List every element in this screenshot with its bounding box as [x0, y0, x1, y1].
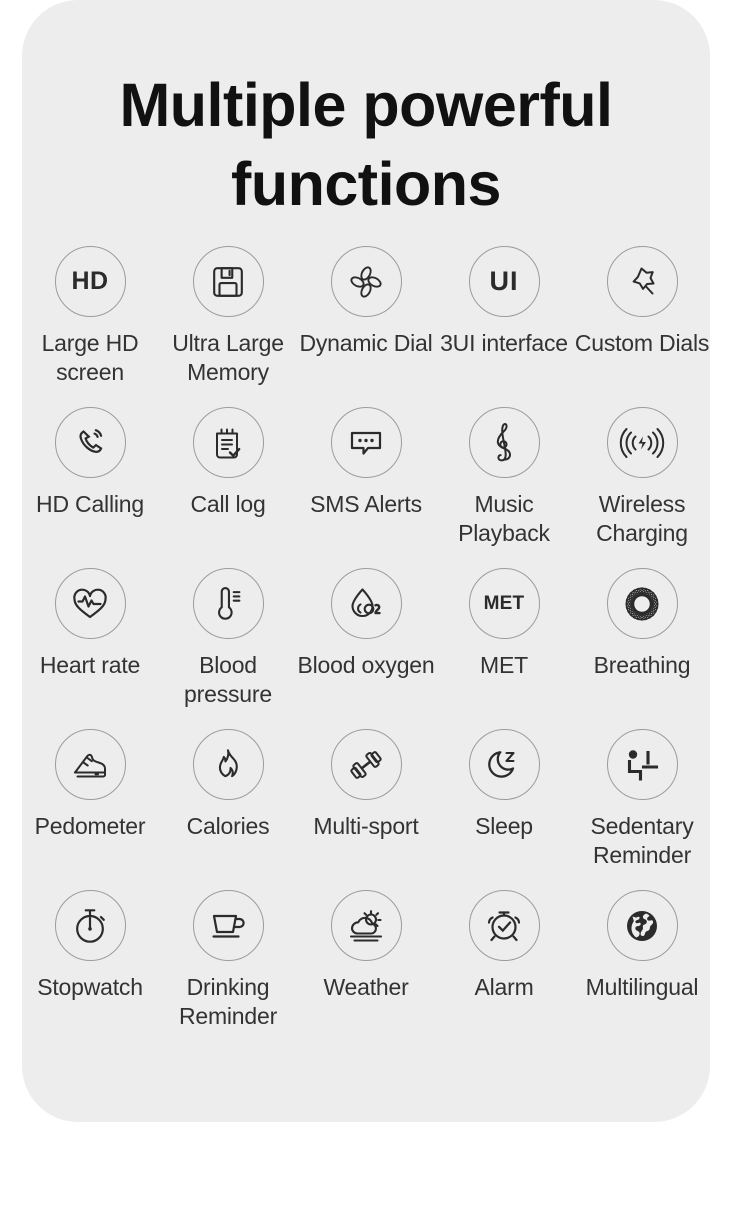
feature-item: MET MET [435, 568, 573, 729]
feature-label: Blood oxygen [297, 652, 435, 678]
feature-item: Ultra Large Memory [159, 246, 297, 407]
clipboard-check-icon [192, 407, 264, 478]
magic-wand-star-icon [606, 246, 678, 317]
ui-text-icon: UI [468, 246, 540, 317]
feature-label: Blood pressure [184, 652, 272, 707]
page-title: Multiple powerful functions [22, 0, 710, 224]
feature-label: Large HD screen [41, 330, 139, 385]
icon-text: HD [71, 267, 109, 295]
feature-label: Stopwatch [37, 974, 143, 1000]
feature-label: Pedometer [34, 813, 146, 839]
feature-item: Blood pressure [159, 568, 297, 729]
flame-icon [192, 729, 264, 800]
feature-label: Custom Dials [574, 330, 710, 356]
heart-pulse-icon [54, 568, 126, 639]
dumbbell-icon [330, 729, 402, 800]
feature-item: Multilingual [573, 890, 711, 1051]
moon-z-icon [468, 729, 540, 800]
icon-text: UI [489, 266, 519, 296]
icon-text: MET [483, 593, 525, 614]
alarm-clock-icon [468, 890, 540, 961]
feature-item: Stopwatch [21, 890, 159, 1051]
pinwheel-petals-icon [330, 246, 402, 317]
feature-label: Breathing [593, 652, 691, 678]
feature-item: HD Large HD screen [21, 246, 159, 407]
feature-item: Multi-sport [297, 729, 435, 890]
feature-item: Custom Dials [573, 246, 711, 407]
feature-label: Wireless Charging [596, 491, 688, 546]
feature-item: Pedometer [21, 729, 159, 890]
feature-item: Wireless Charging [573, 407, 711, 568]
page-title-line-2: functions [231, 150, 501, 218]
feature-item: Blood oxygen [297, 568, 435, 729]
feature-item: Breathing [573, 568, 711, 729]
floppy-disk-icon [192, 246, 264, 317]
feature-label: Heart rate [39, 652, 141, 678]
seated-person-icon [606, 729, 678, 800]
feature-item: Dynamic Dial [297, 246, 435, 407]
feature-item: Weather [297, 890, 435, 1051]
feature-label: Weather [323, 974, 409, 1000]
feature-label: Ultra Large Memory [172, 330, 284, 385]
spiral-rosette-icon [606, 568, 678, 639]
feature-label: SMS Alerts [310, 491, 422, 517]
chat-bubble-dots-icon [330, 407, 402, 478]
feature-item: Call log [159, 407, 297, 568]
feature-item: Sedentary Reminder [573, 729, 711, 890]
feature-card: Multiple powerful functions HD Large HD sc… [22, 0, 710, 1122]
wireless-bolt-icon [606, 407, 678, 478]
feature-item: Sleep [435, 729, 573, 890]
sun-cloud-icon [330, 890, 402, 961]
thermometer-icon [192, 568, 264, 639]
promo-page: Multiple powerful functions HD Large HD sc… [0, 0, 750, 1205]
feature-label: Calories [186, 813, 270, 839]
feature-label: Drinking Reminder [178, 974, 278, 1029]
feature-item: UI 3UI interface [435, 246, 573, 407]
feature-item: Music Playback [435, 407, 573, 568]
hd-text-icon: HD [54, 246, 126, 317]
feature-grid: HD Large HD screen Ultra Large Memory Dyn… [22, 246, 710, 1051]
feature-label: Multi-sport [313, 813, 419, 839]
feature-label: Dynamic Dial [299, 330, 433, 356]
met-text-icon: MET [468, 568, 540, 639]
feature-label: Music Playback [458, 491, 550, 546]
phone-handset-waves-icon [54, 407, 126, 478]
droplet-o2-icon [330, 568, 402, 639]
feature-item: Heart rate [21, 568, 159, 729]
feature-label: Alarm [474, 974, 534, 1000]
feature-label: Sleep [475, 813, 533, 839]
sneaker-icon [54, 729, 126, 800]
feature-label: HD Calling [36, 491, 144, 517]
feature-item: Drinking Reminder [159, 890, 297, 1051]
feature-item: Alarm [435, 890, 573, 1051]
feature-label: Call log [190, 491, 266, 517]
feature-label: MET [480, 652, 528, 678]
feature-label: Multilingual [585, 974, 699, 1000]
feature-item: Calories [159, 729, 297, 890]
feature-item: SMS Alerts [297, 407, 435, 568]
stopwatch-icon [54, 890, 126, 961]
globe-icon [606, 890, 678, 961]
feature-label: 3UI interface [440, 330, 568, 356]
feature-item: HD Calling [21, 407, 159, 568]
page-title-line-1: Multiple powerful [119, 71, 613, 139]
coffee-cup-icon [192, 890, 264, 961]
treble-clef-icon [468, 407, 540, 478]
feature-label: Sedentary Reminder [590, 813, 694, 868]
